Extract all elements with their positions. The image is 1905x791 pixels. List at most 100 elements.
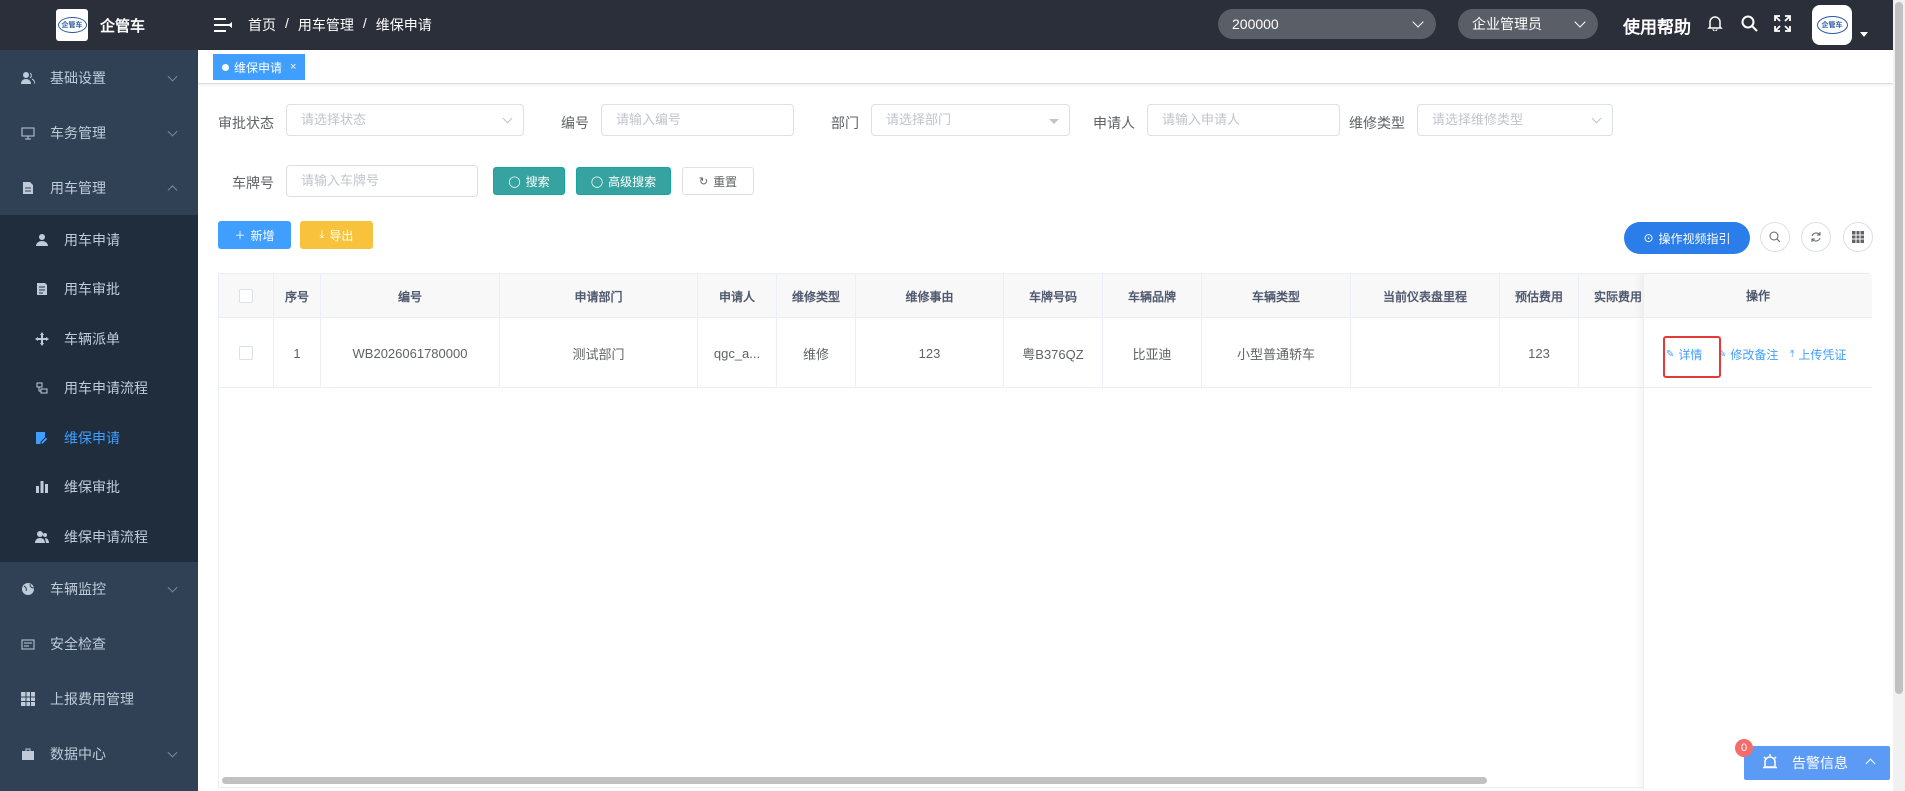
sidebar-item-expense-report[interactable]: 上报费用管理: [0, 672, 198, 727]
col-brand: 车辆品牌: [1103, 274, 1202, 318]
search-button[interactable]: ◯ 搜索: [493, 167, 565, 195]
cell-brand: 比亚迪: [1103, 318, 1202, 388]
data-table: 序号 编号 申请部门 申请人 维修类型 维修事由 车牌号码 车辆品牌 车辆类型 …: [218, 273, 1872, 789]
bell-icon[interactable]: [1707, 15, 1725, 33]
export-button[interactable]: ⤓ 导出: [300, 221, 373, 249]
dept-select[interactable]: 请选择部门: [871, 104, 1070, 136]
move-icon: [34, 331, 50, 347]
sidebar-item-dispatch[interactable]: 车辆派单: [0, 314, 198, 364]
checkbox[interactable]: [239, 346, 253, 360]
logo[interactable]: 企管车 企管车: [0, 0, 198, 50]
sidebar-item-vehicle-affairs[interactable]: 车务管理: [0, 105, 198, 160]
checkbox[interactable]: [239, 289, 253, 303]
cell-dept: 测试部门: [500, 318, 698, 388]
sidebar-item-approval[interactable]: 用车审批: [0, 265, 198, 315]
play-circle-icon: ⊙: [1643, 231, 1654, 245]
col-mileage: 当前仪表盘里程: [1351, 274, 1500, 318]
col-actions: 操作: [1644, 274, 1872, 318]
caret-down-icon[interactable]: [1860, 32, 1868, 37]
sidebar-item-label: 上报费用管理: [50, 691, 134, 707]
monitor-icon: [20, 125, 36, 141]
sidebar-item-label: 车辆派单: [64, 330, 120, 347]
col-plate: 车牌号码: [1004, 274, 1103, 318]
table-header: 序号 编号 申请部门 申请人 维修类型 维修事由 车牌号码 车辆品牌 车辆类型 …: [219, 274, 1869, 318]
submenu: 用车申请 用车审批 车辆派单 用车申请流程 维保申请 维保审批 维保申请流程: [0, 215, 198, 562]
hamburger-icon[interactable]: [214, 18, 232, 32]
advanced-search-button[interactable]: ◯ 高级搜索: [576, 167, 671, 195]
help-link[interactable]: 使用帮助: [1623, 13, 1691, 38]
cell-vehicle-type: 小型普通轿车: [1202, 318, 1351, 388]
header-select-all[interactable]: [219, 274, 274, 318]
toggle-search-button[interactable]: [1760, 222, 1790, 252]
plus-icon: ＋: [234, 230, 246, 242]
close-icon[interactable]: ×: [290, 61, 296, 73]
edit-remark-link[interactable]: ✎ 修改备注: [1718, 346, 1778, 363]
chevron-down-icon: [167, 71, 178, 82]
sidebar-item-apply[interactable]: 用车申请: [0, 215, 198, 265]
download-icon: ⤓: [319, 228, 325, 241]
applicant-label: 申请人: [1093, 115, 1135, 131]
code-label: 编号: [561, 115, 589, 131]
sidebar-item-safety-check[interactable]: 安全检查: [0, 617, 198, 672]
refresh-icon: [1811, 232, 1821, 242]
reset-button[interactable]: ↻ 重置: [682, 167, 754, 195]
role-select-value: 企业管理员: [1472, 16, 1542, 32]
sidebar-item-basic-settings[interactable]: 基础设置: [0, 50, 198, 105]
search-icon[interactable]: [1741, 15, 1759, 33]
sidebar-item-vehicle-use[interactable]: 用车管理: [0, 160, 198, 215]
role-select[interactable]: 企业管理员: [1458, 9, 1598, 39]
code-input[interactable]: 请输入编号: [601, 104, 794, 136]
status-select[interactable]: 请选择状态: [286, 104, 524, 136]
table-row[interactable]: 1 WB2026061780000 测试部门 qgc_a... 维修 123 粤…: [219, 318, 1869, 388]
sidebar-item-apply-flow[interactable]: 用车申请流程: [0, 364, 198, 414]
upload-voucher-link[interactable]: ⤒ 上传凭证: [1790, 346, 1846, 363]
chevron-down-icon: [1412, 16, 1424, 28]
sidebar-item-maintenance-flow[interactable]: 维保申请流程: [0, 512, 198, 562]
avatar[interactable]: 企管车: [1812, 5, 1852, 45]
col-reason: 维修事由: [856, 274, 1004, 318]
cell-applicant: qgc_a...: [698, 318, 777, 388]
sidebar-item-maintenance-apply[interactable]: 维保申请: [0, 413, 198, 463]
breadcrumb-home[interactable]: 首页: [248, 15, 276, 35]
form-icon: [34, 281, 50, 297]
briefcase-icon: [20, 746, 36, 762]
alarm-panel[interactable]: 告警信息: [1744, 746, 1890, 780]
video-guide-button[interactable]: ⊙ 操作视频指引: [1624, 222, 1750, 254]
dot-icon: [222, 63, 229, 71]
col-type: 维修类型: [777, 274, 856, 318]
type-label: 维修类型: [1349, 115, 1405, 131]
applicant-input[interactable]: 请输入申请人: [1147, 104, 1340, 136]
sidebar-item-label: 用车管理: [50, 179, 106, 196]
columns-button[interactable]: [1843, 222, 1873, 252]
sidebar-item-vehicle-monitor[interactable]: 车辆监控: [0, 562, 198, 617]
sidebar-item-label: 用车申请: [64, 231, 120, 248]
plate-input[interactable]: 请输入车牌号: [286, 165, 478, 197]
breadcrumb-vehicle-use[interactable]: 用车管理: [298, 15, 354, 35]
chevron-up-icon: [167, 184, 178, 195]
document-icon: [20, 180, 36, 196]
chevron-down-icon: [1591, 113, 1602, 124]
company-select[interactable]: 200000: [1218, 9, 1436, 39]
chevron-down-icon: [167, 126, 178, 137]
refresh-button[interactable]: [1801, 222, 1831, 252]
grid-icon: [1852, 231, 1864, 243]
type-select[interactable]: 请选择维修类型: [1417, 104, 1613, 136]
users-icon: [20, 70, 36, 86]
fullscreen-icon[interactable]: [1774, 15, 1792, 33]
globe-icon: [20, 581, 36, 597]
sidebar-item-maintenance-approval[interactable]: 维保审批: [0, 463, 198, 513]
add-button[interactable]: ＋新增: [218, 221, 291, 249]
grid-icon: [20, 691, 36, 707]
dept-label: 部门: [831, 115, 859, 131]
sidebar-item-label: 车辆监控: [50, 581, 106, 597]
sidebar-item-label: 车务管理: [50, 124, 106, 141]
vertical-scrollbar[interactable]: [1893, 0, 1905, 791]
sidebar: 企管车 企管车 基础设置 车务管理 用车管理 用车申请 用车审批 车辆派单 用车…: [0, 0, 198, 791]
alarm-icon: [1762, 754, 1778, 772]
app-name: 企管车: [100, 17, 146, 35]
row-select[interactable]: [219, 318, 274, 388]
horizontal-scrollbar[interactable]: [222, 777, 1487, 784]
chevron-up-icon[interactable]: [1865, 758, 1876, 769]
sidebar-item-data-center[interactable]: 数据中心: [0, 727, 198, 782]
tag-maintenance-apply[interactable]: 维保申请 ×: [213, 54, 306, 80]
